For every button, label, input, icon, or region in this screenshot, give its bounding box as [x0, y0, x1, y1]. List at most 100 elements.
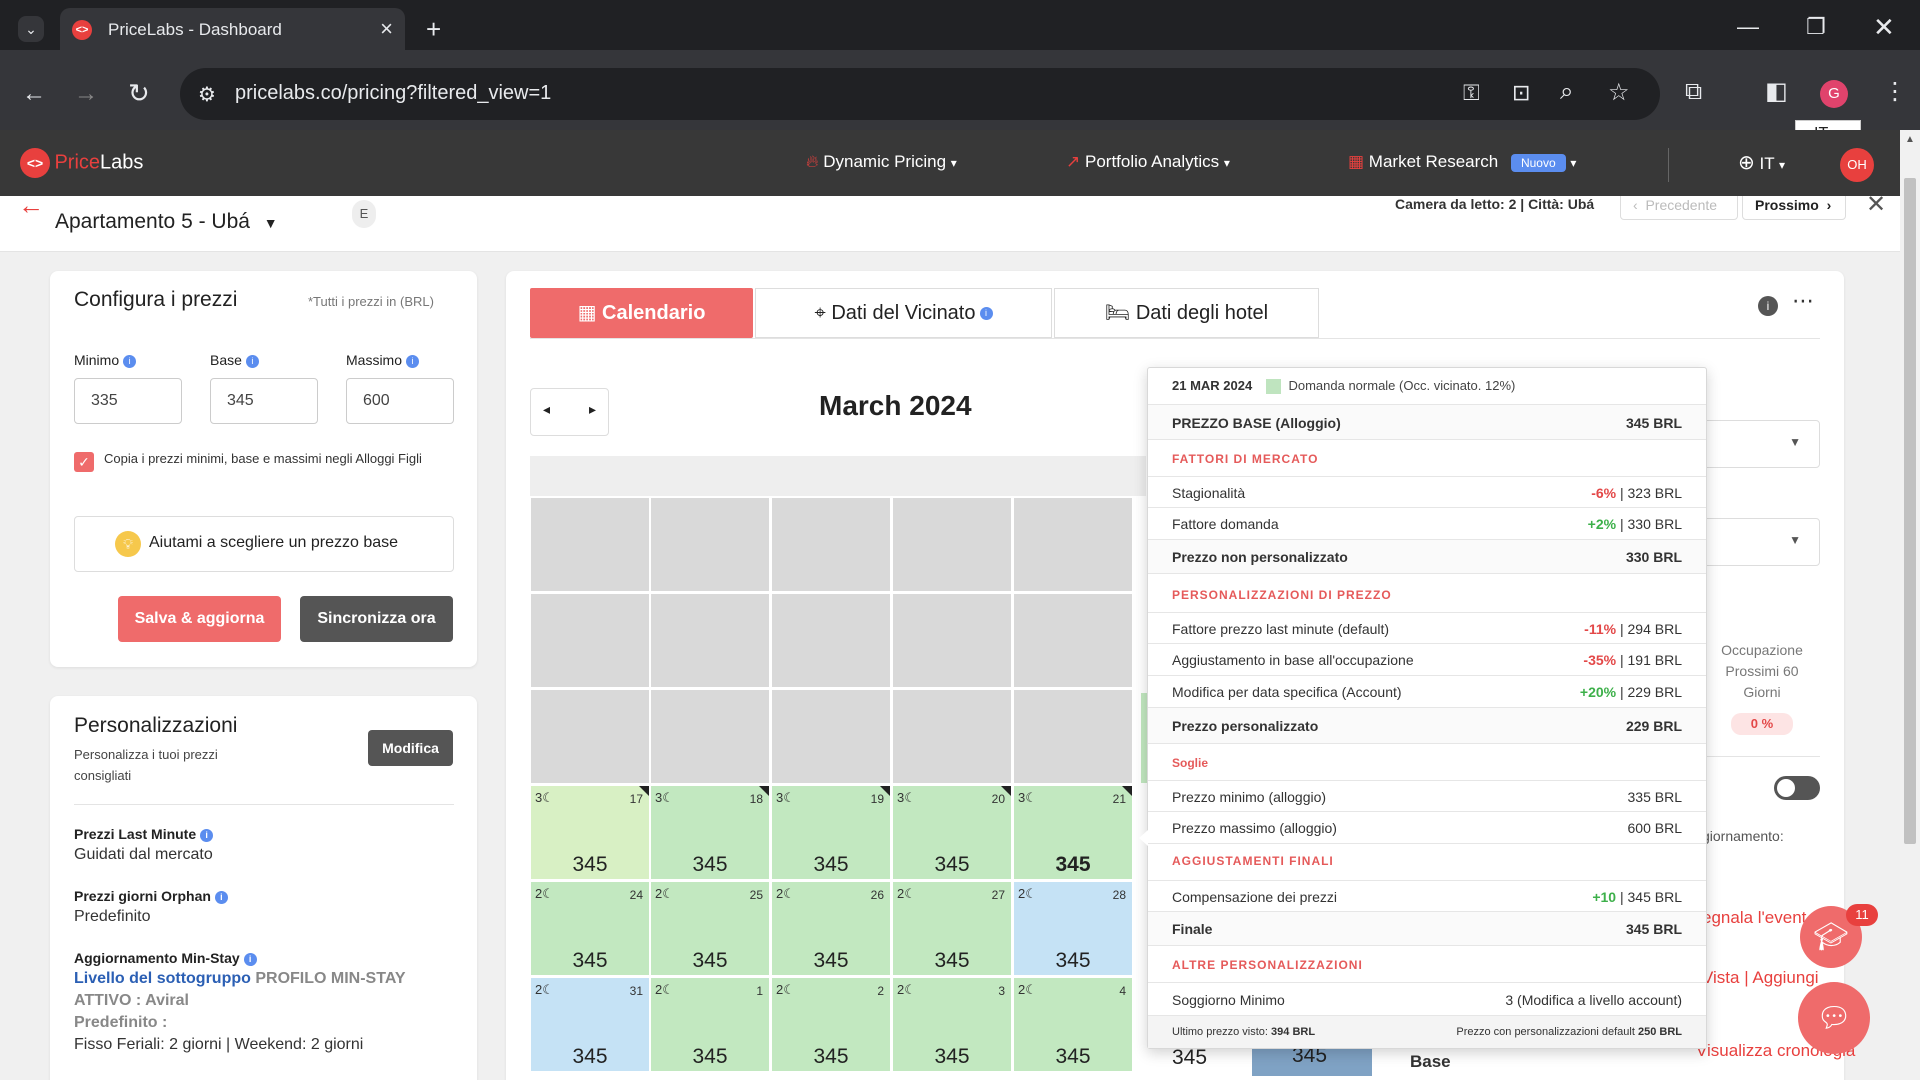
- info-icon[interactable]: i: [245, 354, 259, 368]
- info-icon[interactable]: i: [214, 890, 228, 904]
- user-avatar[interactable]: OH: [1840, 148, 1874, 182]
- nav-dynamic-pricing[interactable]: 🔥︎ Dynamic Pricing ▾: [806, 152, 957, 172]
- view-add-link[interactable]: Vista | Aggiungi: [1702, 968, 1819, 988]
- browser-tab[interactable]: <> PriceLabs - Dashboard ×: [60, 8, 405, 50]
- help-base-price-button[interactable]: 💡︎ Aiutami a scegliere un prezzo base: [74, 516, 454, 572]
- day-cell[interactable]: 2☾ 31 345: [530, 977, 650, 1072]
- min-label: Minimo i: [74, 352, 137, 368]
- previous-button[interactable]: ‹ Precedente: [1620, 196, 1738, 220]
- extensions-icon[interactable]: ⧉: [1685, 80, 1702, 104]
- sync-now-button[interactable]: Sincronizza ora: [300, 596, 453, 642]
- minimize-icon[interactable]: —: [1737, 16, 1759, 38]
- more-options-icon[interactable]: ⋯: [1792, 288, 1814, 314]
- back-arrow-icon[interactable]: ←: [18, 196, 44, 221]
- address-bar[interactable]: ⚙ pricelabs.co/pricing?filtered_view=1 ⚿…: [180, 68, 1660, 120]
- language-selector[interactable]: ⊕ IT ▾: [1738, 150, 1785, 175]
- tab-neighborhood[interactable]: ⌖ Dati del Vicinato i: [755, 288, 1052, 338]
- browser-menu-icon[interactable]: ⋮: [1883, 80, 1907, 104]
- day-cell[interactable]: 2☾ 2 345: [771, 977, 891, 1072]
- event-flag-icon: [880, 786, 890, 796]
- side-dropdown-1[interactable]: ▼: [1700, 420, 1820, 468]
- site-settings-icon[interactable]: ⚙: [198, 82, 216, 107]
- row-label: PREZZO BASE (Alloggio): [1172, 415, 1341, 431]
- forward-icon[interactable]: →: [74, 82, 98, 106]
- min-stay-details: Livello del sottogruppo PROFILO MIN-STAY…: [74, 968, 464, 1056]
- zoom-icon[interactable]: ⌕: [1560, 78, 1573, 106]
- prev-month-icon[interactable]: ◂: [543, 401, 550, 418]
- nav-market-label: Market Research: [1368, 152, 1499, 171]
- occupancy-pct: -35%: [1583, 652, 1617, 668]
- last-minute-label-text: Prezzi Last Minute: [74, 826, 197, 842]
- chat-button[interactable]: 💬︎: [1798, 982, 1870, 1054]
- row-label: Prezzo personalizzato: [1172, 718, 1319, 734]
- back-icon[interactable]: ←: [22, 82, 46, 106]
- day-cell[interactable]: 2☾ 25 345: [650, 881, 770, 976]
- min-stay-label-text: Aggiornamento Min-Stay: [74, 950, 240, 966]
- info-icon[interactable]: i: [979, 307, 993, 321]
- info-circle-icon[interactable]: i: [1758, 296, 1778, 316]
- date-override-row: Modifica per data specifica (Account) +20…: [1148, 676, 1706, 708]
- profile-avatar[interactable]: G: [1820, 80, 1848, 108]
- grid-icon: ▦: [1348, 152, 1365, 171]
- restore-icon[interactable]: ❐: [1806, 16, 1826, 38]
- next-button[interactable]: Prossimo ›: [1742, 196, 1846, 220]
- bookmark-star-icon[interactable]: ☆: [1608, 78, 1630, 107]
- page-scrollbar[interactable]: ▲: [1900, 130, 1920, 1080]
- demand-value: | 330 BRL: [1619, 516, 1682, 532]
- info-icon[interactable]: i: [200, 828, 214, 842]
- close-icon[interactable]: ✕: [1866, 196, 1886, 219]
- day-cell[interactable]: 3☾ 19 345: [771, 785, 891, 880]
- new-tab-icon[interactable]: +: [426, 16, 441, 42]
- day-cell[interactable]: 2☾ 24 345: [530, 881, 650, 976]
- pricelabs-logo[interactable]: <> PriceLabs: [20, 148, 143, 180]
- nav-portfolio-analytics[interactable]: ↗ Portfolio Analytics ▾: [1066, 152, 1230, 172]
- default-price-label: Prezzo con personalizzazioni default: [1456, 1026, 1635, 1038]
- close-window-icon[interactable]: ✕: [1873, 14, 1895, 40]
- day-cell[interactable]: 3☾ 18 345: [650, 785, 770, 880]
- edit-customizations-button[interactable]: Modifica: [368, 730, 453, 766]
- day-cell[interactable]: 3☾ 17 345: [530, 785, 650, 880]
- max-price-input[interactable]: 600: [346, 378, 454, 424]
- info-icon[interactable]: i: [406, 354, 420, 368]
- password-key-icon[interactable]: ⚿: [1463, 80, 1480, 106]
- next-month-icon[interactable]: ▸: [589, 401, 596, 418]
- side-toggle[interactable]: [1774, 776, 1820, 800]
- scrollbar-thumb[interactable]: [1904, 178, 1916, 844]
- side-dropdown-2[interactable]: ▼: [1700, 518, 1820, 566]
- copy-prices-checkbox[interactable]: ✓: [74, 452, 94, 472]
- nav-market-research[interactable]: ▦ Market Research Nuovo ▾: [1348, 152, 1576, 172]
- day-cell[interactable]: 2☾ 28 345: [1013, 881, 1133, 976]
- max-label-text: Massimo: [346, 352, 403, 368]
- reload-icon[interactable]: ↻: [128, 80, 150, 106]
- info-icon[interactable]: i: [243, 952, 257, 966]
- last-minute-value: Guidati dal mercato: [74, 846, 213, 863]
- day-cell[interactable]: 2☾ 1 345: [650, 977, 770, 1072]
- tab-calendar[interactable]: ▦ Calendario: [530, 288, 753, 338]
- save-update-button[interactable]: Salva & aggiorna: [118, 596, 281, 642]
- min-price-input[interactable]: 335: [74, 378, 182, 424]
- base-price-input[interactable]: 345: [210, 378, 318, 424]
- empty-day-cell: [530, 497, 650, 592]
- day-cell[interactable]: 2☾ 3 345: [892, 977, 1012, 1072]
- unpersonalized-row: Prezzo non personalizzato 330 BRL: [1148, 540, 1706, 574]
- listing-selector[interactable]: Apartamento 5 - Ubá ▼: [55, 210, 278, 234]
- empty-day-cell: [530, 689, 650, 784]
- scroll-up-icon[interactable]: ▲: [1905, 134, 1915, 145]
- day-cell[interactable]: 2☾ 26 345: [771, 881, 891, 976]
- min-stay-nights: 3☾: [655, 790, 674, 805]
- info-icon[interactable]: i: [123, 354, 137, 368]
- side-divider: [1700, 756, 1820, 757]
- install-app-icon[interactable]: ⊡: [1512, 80, 1530, 106]
- final-adjustments-heading: AGGIUSTAMENTI FINALI: [1172, 854, 1334, 868]
- subgroup-level-link[interactable]: Livello del sottogruppo: [74, 970, 251, 987]
- tab-title: PriceLabs - Dashboard: [108, 20, 282, 39]
- side-panel-icon[interactable]: ◧: [1765, 80, 1788, 104]
- day-cell[interactable]: 3☾ 20 345: [892, 785, 1012, 880]
- close-tab-icon[interactable]: ×: [380, 16, 393, 42]
- report-event-link[interactable]: egnala l'event: [1702, 908, 1806, 928]
- day-cell[interactable]: 3☾ 21 345: [1013, 785, 1133, 880]
- tab-hotels[interactable]: 🛏︎ Dati degli hotel: [1054, 288, 1319, 338]
- day-cell[interactable]: 2☾ 4 345: [1013, 977, 1133, 1072]
- day-cell[interactable]: 2☾ 27 345: [892, 881, 1012, 976]
- tab-list-icon[interactable]: ⌄: [18, 16, 44, 42]
